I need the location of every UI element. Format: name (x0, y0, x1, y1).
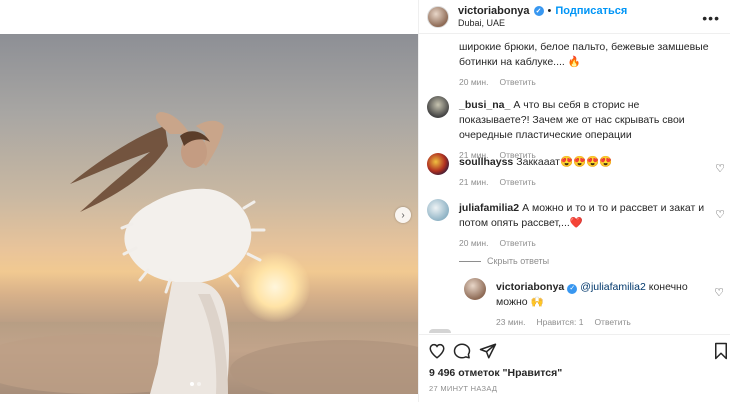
verified-badge-icon: ✓ (567, 283, 578, 294)
commenter-username[interactable]: juliafamilia2 (459, 202, 519, 214)
post-header: victoriabonya ✓ • Подписаться Dubai, UAE… (419, 0, 730, 34)
caption-tail: широкие брюки, белое пальто, бежевые зам… (459, 40, 719, 90)
like-comment-heart-icon[interactable]: ♡ (715, 208, 725, 221)
post-location[interactable]: Dubai, UAE (458, 18, 627, 28)
commenter-avatar[interactable] (427, 153, 449, 175)
post-photo[interactable] (0, 34, 418, 394)
post-photo-area: › (0, 0, 418, 402)
reply-mention-link[interactable]: @juliafamilia2 (580, 281, 646, 293)
hide-replies-label: Скрыть ответы (487, 256, 550, 266)
carousel-dots (190, 382, 201, 386)
reply-likes-count[interactable]: Нравится: 1 (536, 315, 583, 330)
like-heart-icon[interactable] (428, 342, 446, 360)
reply-author-avatar[interactable] (464, 278, 486, 300)
post-time-ago: 27 МИНУТ НАЗАД (429, 384, 498, 393)
comment-time: 21 мин. (459, 177, 489, 187)
post-actions-bar (419, 334, 730, 368)
author-username[interactable]: victoriabonya (458, 5, 530, 17)
comments-list: широкие брюки, белое пальто, бежевые зам… (419, 35, 730, 333)
comment-time: 20 мин. (459, 238, 489, 248)
caption-reply-button[interactable]: Ответить (499, 75, 535, 90)
follow-button[interactable]: Подписаться (555, 5, 627, 17)
commenter-username[interactable]: soullhayss (459, 156, 513, 168)
author-avatar[interactable] (427, 5, 449, 28)
header-separator: • (547, 5, 552, 17)
hide-replies-line (459, 260, 481, 262)
like-comment-heart-icon[interactable]: ♡ (714, 286, 724, 299)
commenter-avatar[interactable] (427, 199, 449, 221)
carousel-next-button[interactable]: › (395, 207, 411, 223)
like-comment-heart-icon[interactable]: ♡ (715, 162, 725, 175)
save-bookmark-icon[interactable] (713, 342, 729, 360)
post-side-panel: victoriabonya ✓ • Подписаться Dubai, UAE… (418, 0, 730, 402)
hide-replies-button[interactable]: Скрыть ответы (459, 256, 549, 266)
caption-text: широкие брюки, белое пальто, бежевые зам… (459, 41, 709, 68)
more-options-icon[interactable]: ••• (702, 10, 720, 26)
carousel-dot-active (190, 382, 194, 386)
comment-reply-button[interactable]: Ответить (499, 236, 535, 251)
commenter-username[interactable]: _busi_na_ (459, 99, 510, 111)
comment-reply-button[interactable]: Ответить (499, 175, 535, 190)
next-comment-avatar (429, 329, 451, 333)
carousel-dot (197, 382, 201, 386)
reply-time: 23 мин. (496, 317, 526, 327)
share-direct-icon[interactable] (479, 342, 497, 360)
commenter-avatar[interactable] (427, 96, 449, 118)
comment-bubble-icon[interactable] (453, 342, 471, 360)
likes-count[interactable]: 9 496 отметок "Нравится" (429, 367, 562, 379)
reply-reply-button[interactable]: Ответить (594, 315, 630, 330)
verified-badge-icon: ✓ (533, 6, 544, 16)
woman-figure (70, 112, 266, 394)
comment-text: Заккааат😍😍😍😍 (516, 156, 613, 168)
reply-author-username[interactable]: victoriabonya (496, 281, 564, 293)
caption-time: 20 мин. (459, 77, 489, 87)
